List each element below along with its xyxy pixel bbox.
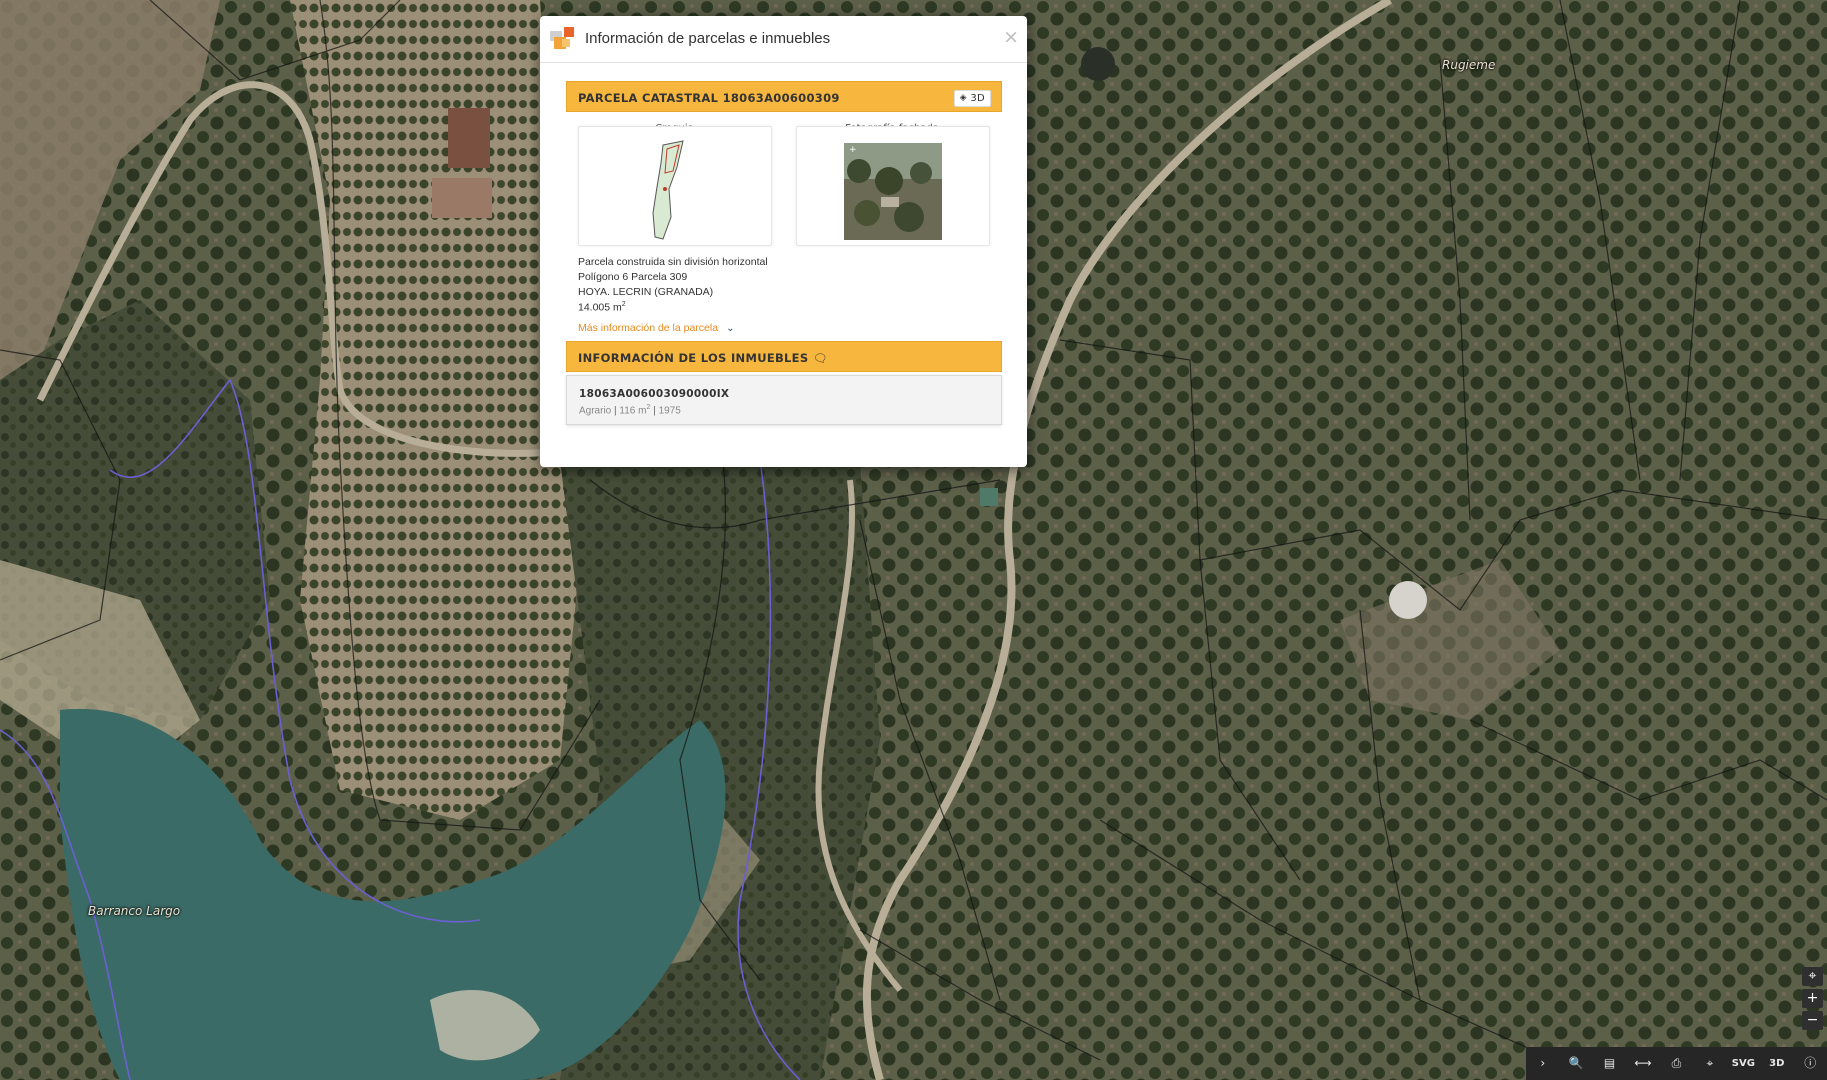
cadastre-logo-icon bbox=[550, 27, 574, 49]
comment-icon: 🗨 bbox=[812, 351, 828, 365]
parcel-section-title: PARCELA CATASTRAL 18063A00600309 bbox=[578, 91, 840, 105]
print-icon[interactable]: ⎙ bbox=[1660, 1047, 1693, 1080]
properties-section-header: INFORMACIÓN DE LOS INMUEBLES 🗨 bbox=[566, 341, 1002, 372]
search-icon[interactable]: 🔍 bbox=[1559, 1047, 1592, 1080]
svg-text:+: + bbox=[849, 145, 857, 155]
property-reference: 18063A006003090000IX bbox=[579, 388, 730, 400]
facade-photo[interactable]: + bbox=[796, 126, 990, 246]
more-parcel-info-label: Más información de la parcela bbox=[578, 322, 719, 334]
parcel-type: Parcela construida sin división horizont… bbox=[578, 256, 768, 268]
parcel-area: 14.005 m2 bbox=[578, 301, 626, 314]
parcel-area-value: 14.005 m bbox=[578, 301, 622, 314]
chevron-down-icon: ⌄ bbox=[726, 323, 735, 334]
separator: | bbox=[653, 405, 656, 417]
expand-toolbar-button[interactable]: › bbox=[1526, 1047, 1559, 1080]
view-3d-button[interactable]: ◈ 3D bbox=[953, 90, 991, 107]
map-river-label: Barranco Largo bbox=[88, 904, 181, 918]
view-3d-label: 3D bbox=[970, 93, 985, 104]
parcel-info-dialog: Información de parcelas e inmuebles × PA… bbox=[540, 16, 1027, 467]
property-list-item[interactable]: 18063A006003090000IX Agrario | 116 m2 | … bbox=[566, 375, 1002, 425]
properties-section-title: INFORMACIÓN DE LOS INMUEBLES 🗨 bbox=[578, 351, 828, 365]
separator: | bbox=[614, 405, 617, 417]
layers-icon[interactable]: ▤ bbox=[1593, 1047, 1626, 1080]
parcel-location: HOYA. LECRIN (GRANADA) bbox=[578, 286, 714, 298]
view-3d-toolbar-button[interactable]: 3D bbox=[1760, 1047, 1793, 1080]
zoom-in-button[interactable]: + bbox=[1802, 989, 1823, 1008]
parcel-area-unit-sup: 2 bbox=[621, 301, 626, 308]
property-area-unit-sup: 2 bbox=[646, 404, 651, 411]
property-area: 116 m bbox=[619, 405, 647, 417]
measure-icon[interactable]: ⟷ bbox=[1626, 1047, 1659, 1080]
info-icon[interactable]: ⓘ bbox=[1794, 1047, 1827, 1080]
more-parcel-info-link[interactable]: Más información de la parcela ⌄ bbox=[578, 322, 734, 334]
dialog-title: Información de parcelas e inmuebles bbox=[585, 30, 831, 47]
parcel-sketch-drawing bbox=[652, 140, 684, 240]
property-use: Agrario bbox=[579, 405, 612, 417]
property-details: Agrario | 116 m2 | 1975 bbox=[579, 404, 681, 416]
close-icon[interactable]: × bbox=[1003, 28, 1019, 47]
property-year: 1975 bbox=[658, 405, 681, 417]
locate-button[interactable]: ⌖ bbox=[1802, 967, 1823, 986]
parcel-polygon: Polígono 6 Parcela 309 bbox=[578, 271, 688, 283]
svg-export-button[interactable]: SVG bbox=[1727, 1047, 1760, 1080]
dialog-header: Información de parcelas e inmuebles × bbox=[540, 16, 1027, 63]
properties-title-text: INFORMACIÓN DE LOS INMUEBLES bbox=[578, 351, 809, 365]
facade-photo-image: + bbox=[844, 143, 942, 240]
zoom-out-button[interactable]: − bbox=[1802, 1011, 1823, 1030]
map-place-label: Rugieme bbox=[1442, 58, 1496, 72]
parcel-sketch[interactable] bbox=[578, 126, 772, 246]
coordinates-icon[interactable]: ⌖ bbox=[1693, 1047, 1726, 1080]
cube-icon: ◈ bbox=[959, 93, 967, 103]
parcel-section-header: PARCELA CATASTRAL 18063A00600309 ◈ 3D bbox=[566, 81, 1002, 112]
map-toolbar: › 🔍 ▤ ⟷ ⎙ ⌖ SVG 3D ⓘ bbox=[1526, 1047, 1827, 1080]
